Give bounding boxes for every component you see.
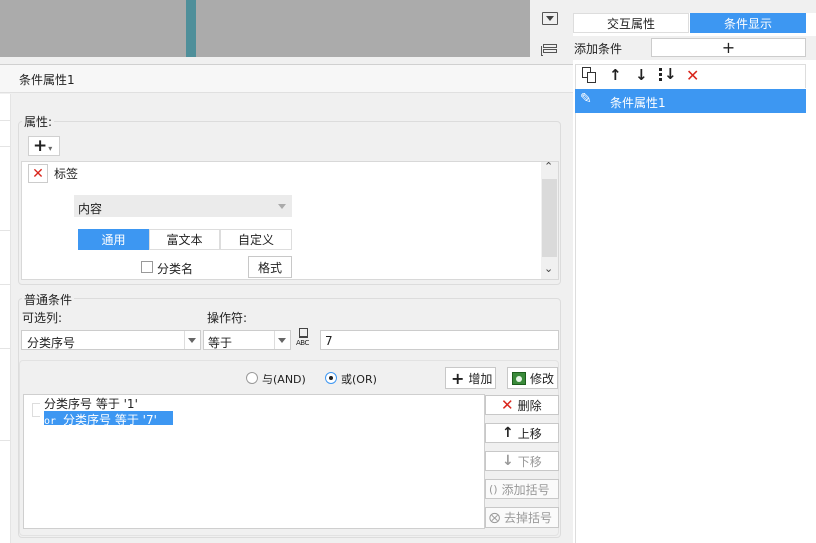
category-name-checkbox[interactable] xyxy=(141,261,153,273)
delete-button[interactable]: ✕ 删除 xyxy=(485,395,559,415)
or-radio-label: 或(OR) xyxy=(341,373,377,386)
condition-value-text: 7 xyxy=(325,334,333,348)
remove-icon: ✕ xyxy=(32,165,44,182)
condition-value-input[interactable]: 7 xyxy=(320,330,559,350)
remove-label-button[interactable]: ✕ xyxy=(28,164,48,183)
column-select-value: 分类序号 xyxy=(27,336,76,350)
canvas-column-bar xyxy=(186,0,196,57)
tab-rich-text[interactable]: 富文本 xyxy=(149,229,220,250)
condition-row[interactable]: 分类序号 等于 '1' xyxy=(44,395,138,411)
remove-bracket-icon: ⨂ xyxy=(489,511,500,524)
modify-icon xyxy=(512,371,526,385)
dropdown-caret-icon: ▾ xyxy=(48,143,53,153)
scroll-up-icon[interactable]: ⌃ xyxy=(544,160,553,173)
add-bracket-button-label: 添加括号 xyxy=(501,482,550,497)
canvas-background xyxy=(0,0,530,57)
tab-condition-display-label: 条件显示 xyxy=(723,16,772,31)
add-condition-symbol: + xyxy=(721,38,736,57)
condition-row-text: 分类序号 等于 '1' xyxy=(44,397,138,411)
operator-select-value: 等于 xyxy=(208,336,233,350)
copy-icon[interactable] xyxy=(582,67,598,84)
and-radio-label: 与(AND) xyxy=(262,373,306,386)
add-property-dropdown[interactable]: + ▾ xyxy=(28,136,60,156)
operator-select[interactable]: 等于 xyxy=(203,330,291,350)
dialog-title: 条件属性1 xyxy=(19,73,75,87)
property-scrollbar[interactable]: ⌃ ⌄ xyxy=(541,160,558,279)
add-bracket-button[interactable]: () 添加括号 xyxy=(485,479,559,499)
tree-bracket xyxy=(32,403,40,417)
arrow-down-icon: ↓ xyxy=(502,453,514,469)
scroll-down-icon[interactable]: ⌄ xyxy=(544,262,553,275)
tab-custom[interactable]: 自定义 xyxy=(220,229,292,250)
property-item-label: 标签 xyxy=(54,167,79,181)
content-select-value: 内容 xyxy=(78,202,103,216)
move-down-button-label: 下移 xyxy=(517,454,542,469)
modify-button-label: 修改 xyxy=(530,371,555,386)
dialog-title-bar: 条件属性1 xyxy=(0,65,573,93)
move-bottom-icon[interactable]: ↓ xyxy=(659,65,679,85)
move-up-button-label: 上移 xyxy=(517,426,542,441)
condition-row-prefix: or xyxy=(44,416,57,427)
tab-custom-label: 自定义 xyxy=(237,233,274,247)
move-up-button[interactable]: ↑ 上移 xyxy=(485,423,559,443)
tab-general[interactable]: 通用 xyxy=(78,229,149,250)
condition-row-text: 分类序号 等于 '7' xyxy=(63,413,157,427)
chevron-down-icon xyxy=(278,338,286,343)
add-condition-label: 添加条件 xyxy=(574,42,623,56)
panel-toggle-icon[interactable] xyxy=(542,12,558,25)
tab-condition-display[interactable]: 条件显示 xyxy=(690,13,806,33)
delete-icon: ✕ xyxy=(501,396,514,414)
layers-icon[interactable] xyxy=(541,44,559,58)
modify-condition-button[interactable]: 修改 xyxy=(507,367,558,389)
move-up-icon[interactable]: ↑ xyxy=(609,66,622,84)
condition-list xyxy=(575,88,806,543)
tab-interaction-label: 交互属性 xyxy=(606,16,655,31)
or-radio[interactable] xyxy=(325,372,337,384)
and-radio[interactable] xyxy=(246,372,258,384)
format-button-label: 格式 xyxy=(257,260,282,275)
remove-bracket-button-label: 去掉括号 xyxy=(504,511,553,525)
edit-pencil-icon[interactable]: ✎ xyxy=(580,91,592,107)
condition-row-selected[interactable]: or 分类序号 等于 '7' xyxy=(44,411,173,427)
formula-type-icon[interactable]: ABC xyxy=(296,328,316,348)
delete-button-label: 删除 xyxy=(517,398,542,413)
normal-condition-section-label: 普通条件 xyxy=(22,291,75,308)
arrow-up-icon: ↑ xyxy=(502,425,514,441)
chevron-down-icon xyxy=(278,204,286,209)
tab-general-label: 通用 xyxy=(101,233,126,247)
remove-bracket-button[interactable]: ⨂ 去掉括号 xyxy=(485,507,559,528)
add-button-label: 增加 xyxy=(468,371,493,386)
content-select[interactable]: 内容 xyxy=(74,195,292,217)
operator-label: 操作符: xyxy=(207,311,248,325)
column-select[interactable]: 分类序号 xyxy=(21,330,201,350)
format-button[interactable]: 格式 xyxy=(248,256,292,278)
scrollbar-thumb[interactable] xyxy=(542,179,557,257)
bracket-icon: () xyxy=(489,482,498,496)
abc-icon-text: ABC xyxy=(296,339,309,347)
add-property-icon: + xyxy=(33,136,48,156)
condition-list-item-selected[interactable]: ✎ 条件属性1 xyxy=(575,89,806,113)
column-label: 可选列: xyxy=(22,311,63,325)
chevron-down-icon xyxy=(188,338,196,343)
move-down-icon[interactable]: ↓ xyxy=(635,66,648,84)
plus-icon: + xyxy=(451,368,465,388)
category-name-label: 分类名 xyxy=(157,262,194,276)
move-down-button[interactable]: ↓ 下移 xyxy=(485,451,559,471)
property-section-label: 属性: xyxy=(22,113,55,130)
add-condition-item-button[interactable]: + 增加 xyxy=(445,367,496,389)
delete-condition-icon[interactable]: ✕ xyxy=(686,66,699,85)
tab-rich-text-label: 富文本 xyxy=(166,233,203,247)
condition-list-item-label: 条件属性1 xyxy=(610,96,666,110)
add-condition-button[interactable]: + xyxy=(651,38,806,57)
tab-interaction-properties[interactable]: 交互属性 xyxy=(573,13,689,33)
